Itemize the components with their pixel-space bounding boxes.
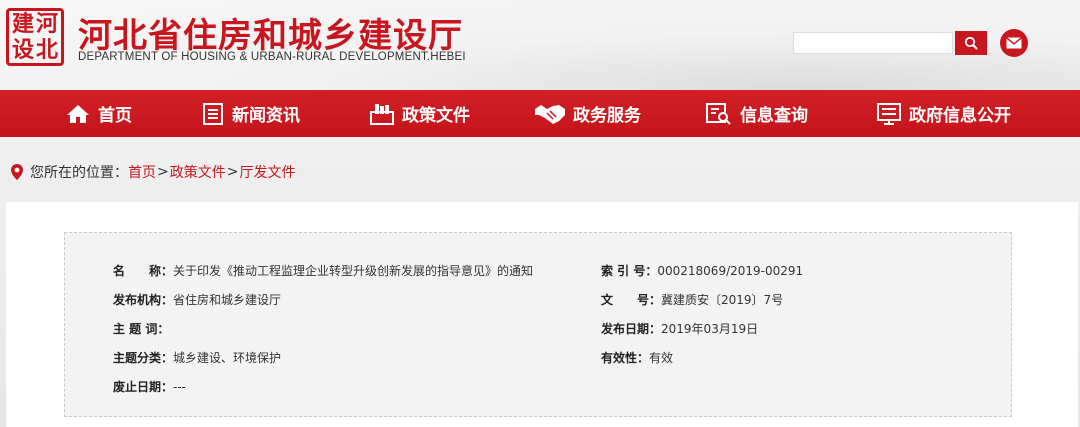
breadcrumb-link-policy[interactable]: 政策文件 [170, 162, 226, 182]
meta-name: 名 称：关于印发《推动工程监理企业转型升级创新发展的指导意见》的通知 [113, 262, 533, 279]
meta-expiry: 废止日期：--- [113, 378, 186, 395]
breadcrumb-separator: > [226, 164, 239, 180]
home-icon [67, 104, 89, 123]
nav-label: 首页 [98, 106, 132, 126]
mail-icon [1006, 37, 1022, 49]
logo-char: 北 [35, 37, 58, 63]
breadcrumb: 您所在的位置： 首页 > 政策文件 > 厅发文件 [10, 162, 295, 182]
search-input[interactable] [793, 32, 953, 54]
info-search-icon [706, 102, 731, 125]
meta-value: 关于印发《推动工程监理企业转型升级创新发展的指导意见》的通知 [173, 264, 534, 278]
meta-label: 文 号： [601, 293, 662, 307]
meta-index: 索 引 号：000218069/2019-00291 [601, 262, 803, 279]
news-icon [203, 102, 223, 125]
meta-label: 有效性： [601, 351, 650, 365]
content-panel: 名 称：关于印发《推动工程监理企业转型升级创新发展的指导意见》的通知 发布机构：… [6, 202, 1078, 427]
nav-label: 政务服务 [573, 106, 641, 126]
meta-date: 发布日期：2019年03月19日 [601, 320, 758, 337]
meta-label: 废止日期： [113, 380, 174, 394]
meta-label: 名 称： [113, 264, 174, 278]
search-button[interactable] [955, 31, 987, 55]
site-header: 建 河 设 北 河北省住房和城乡建设厅 DEPARTMENT OF HOUSIN… [0, 0, 1080, 90]
meta-value: --- [173, 380, 187, 394]
meta-docno: 文 号：冀建质安〔2019〕7号 [601, 291, 783, 308]
site-subtitle: DEPARTMENT OF HOUSING & URBAN-RURAL DEVE… [78, 51, 466, 63]
meta-subject: 主 题 词： [113, 320, 169, 337]
meta-value: 冀建质安〔2019〕7号 [661, 293, 784, 307]
meta-value: 省住房和城乡建设厅 [173, 293, 282, 307]
handshake-icon [535, 104, 565, 124]
meta-label: 索 引 号： [601, 264, 658, 278]
mail-button[interactable] [1000, 29, 1028, 57]
open-info-icon [877, 102, 901, 125]
meta-value: 城乡建设、环境保护 [173, 351, 282, 365]
meta-value: 有效 [649, 351, 674, 365]
search-icon [964, 36, 978, 50]
meta-label: 发布日期： [601, 322, 662, 336]
nav-item-info-query[interactable]: 信息查询 [706, 90, 808, 137]
logo-char: 建 [11, 11, 34, 37]
nav-item-news[interactable]: 新闻资讯 [202, 90, 300, 137]
meta-label: 主题分类： [113, 351, 174, 365]
nav-item-home[interactable]: 首页 [66, 90, 132, 137]
breadcrumb-link-office-docs[interactable]: 厅发文件 [239, 162, 295, 182]
nav-label: 信息查询 [740, 106, 808, 126]
meta-issuer: 发布机构：省住房和城乡建设厅 [113, 291, 281, 308]
breadcrumb-prefix: 您所在的位置： [30, 165, 128, 181]
breadcrumb-separator: > [157, 164, 169, 180]
meta-category: 主题分类：城乡建设、环境保护 [113, 349, 281, 366]
nav-label: 政府信息公开 [909, 106, 1011, 126]
nav-item-policy[interactable]: 政策文件 [370, 90, 470, 137]
site-title: 河北省住房和城乡建设厅 [78, 16, 463, 56]
meta-label: 发布机构： [113, 293, 174, 307]
breadcrumb-link-home[interactable]: 首页 [128, 162, 156, 182]
logo-char: 河 [35, 11, 58, 37]
nav-label: 政策文件 [402, 106, 470, 126]
meta-label: 主 题 词： [113, 322, 170, 336]
location-pin-icon [11, 164, 23, 180]
meta-value: 2019年03月19日 [661, 322, 759, 336]
nav-item-services[interactable]: 政务服务 [535, 90, 641, 137]
document-metadata: 名 称：关于印发《推动工程监理企业转型升级创新发展的指导意见》的通知 发布机构：… [64, 232, 1012, 417]
logo-char: 设 [11, 37, 34, 63]
meta-validity: 有效性：有效 [601, 349, 673, 366]
policy-document-icon [370, 103, 394, 125]
nav-label: 新闻资讯 [232, 106, 300, 126]
main-nav: 首页 新闻资讯 政策文件 政务服务 信息查询 政府信息公开 [0, 90, 1080, 137]
site-logo[interactable]: 建 河 设 北 [6, 8, 64, 66]
nav-item-open-info[interactable]: 政府信息公开 [877, 90, 1011, 137]
meta-value: 000218069/2019-00291 [657, 264, 804, 278]
